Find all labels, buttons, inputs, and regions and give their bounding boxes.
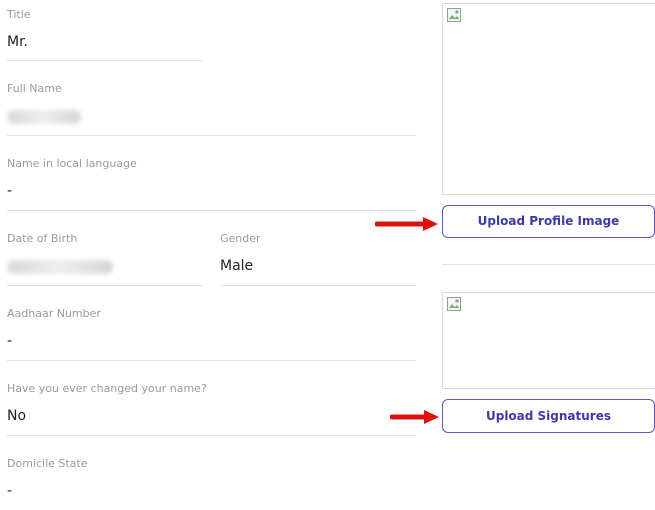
upload-profile-image-button[interactable]: Upload Profile Image: [442, 205, 655, 238]
title-underline: [7, 60, 203, 61]
upload-signatures-button[interactable]: Upload Signatures: [442, 399, 655, 433]
local-name-value[interactable]: -: [7, 183, 12, 199]
domicile-value[interactable]: -: [7, 483, 12, 499]
red-arrow-icon: [375, 217, 438, 231]
red-arrow-icon: [390, 410, 439, 424]
aadhaar-underline: [7, 360, 416, 361]
signature-preview: [442, 292, 655, 389]
title-value[interactable]: Mr.: [7, 34, 28, 50]
gender-value[interactable]: Male: [220, 258, 253, 274]
title-label: Title: [7, 8, 31, 21]
dob-redacted: [7, 260, 113, 274]
gender-underline: [220, 285, 416, 286]
aadhaar-value[interactable]: -: [7, 333, 12, 349]
domicile-label: Domicile State: [7, 457, 88, 470]
full-name-redacted: [7, 110, 81, 124]
local-name-label: Name in local language: [7, 157, 137, 170]
local-name-underline: [7, 210, 416, 211]
name-changed-value[interactable]: No: [7, 408, 26, 424]
name-changed-underline: [7, 435, 416, 436]
upload-divider: [442, 264, 655, 265]
full-name-label: Full Name: [7, 82, 62, 95]
profile-image-preview: [442, 3, 655, 195]
broken-image-icon: [447, 297, 461, 311]
name-changed-label: Have you ever changed your name?: [7, 382, 207, 395]
dob-underline: [7, 285, 203, 286]
aadhaar-label: Aadhaar Number: [7, 307, 101, 320]
dob-label: Date of Birth: [7, 232, 78, 245]
full-name-underline: [7, 135, 416, 136]
gender-label: Gender: [220, 232, 261, 245]
broken-image-icon: [447, 8, 461, 22]
